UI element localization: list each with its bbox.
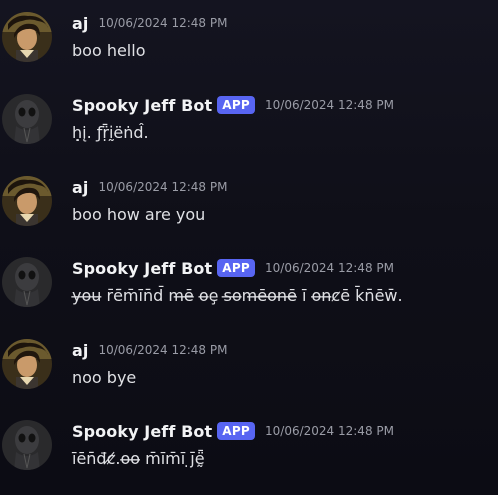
aj-avatar-icon[interactable] (2, 12, 52, 62)
aj-avatar-icon[interactable] (2, 339, 52, 389)
message-header: aj 10/06/2024 12:48 PM (72, 176, 227, 198)
message-header: aj 10/06/2024 12:48 PM (72, 339, 227, 361)
timestamp: 10/06/2024 12:48 PM (265, 98, 394, 112)
app-badge: APP (217, 422, 256, 440)
message-item: aj 10/06/2024 12:48 PM boo how are you (0, 176, 498, 246)
aj-avatar-icon[interactable] (2, 176, 52, 226)
username[interactable]: aj (72, 341, 88, 360)
message-header: Spooky Jeff Bot APP 10/06/2024 12:48 PM (72, 420, 394, 442)
message-header: aj 10/06/2024 12:48 PM (72, 12, 227, 34)
message-item: Spooky Jeff Bot APP 10/06/2024 12:48 PM … (0, 94, 498, 164)
message-item: aj 10/06/2024 12:48 PM noo bye (0, 339, 498, 409)
app-badge: APP (217, 96, 256, 114)
username[interactable]: aj (72, 178, 88, 197)
message-text: y̶o̶u̶ r̄ē̄m̄īn̄d̄ m̶ē̶ o̶ȩ s̶o̶m̶ē̶o̶n̶… (72, 286, 403, 305)
ghost-avatar-icon[interactable] (2, 420, 52, 470)
username[interactable]: Spooky Jeff Bot (72, 259, 212, 278)
ghost-avatar-icon[interactable] (2, 94, 52, 144)
message-text: īēn̄đȼ̸.o̶o̶ m̄īm̄ī ̣j̄ḛ̈̄ (72, 449, 205, 468)
timestamp: 10/06/2024 12:48 PM (98, 16, 228, 30)
message-item: Spooky Jeff Bot APP 10/06/2024 12:48 PM … (0, 257, 498, 327)
message-text: boo how are you (72, 205, 206, 224)
username[interactable]: Spooky Jeff Bot (72, 96, 212, 115)
timestamp: 10/06/2024 12:48 PM (98, 180, 228, 194)
message-item: Spooky Jeff Bot APP 10/06/2024 12:48 PM … (0, 420, 498, 490)
message-header: Spooky Jeff Bot APP 10/06/2024 12:48 PM (72, 94, 394, 116)
timestamp: 10/06/2024 12:48 PM (98, 343, 228, 357)
message-text: boo hello (72, 41, 146, 60)
message-text: noo bye (72, 368, 137, 387)
timestamp: 10/06/2024 12:48 PM (265, 261, 394, 275)
message-item: aj 10/06/2024 12:48 PM boo hello (0, 12, 498, 82)
message-text: ḥ̣į. ƒṛ̈̄ḭ̇ëṅd̂. (72, 123, 149, 142)
message-header: Spooky Jeff Bot APP 10/06/2024 12:48 PM (72, 257, 394, 279)
username[interactable]: aj (72, 14, 88, 33)
timestamp: 10/06/2024 12:48 PM (265, 424, 394, 438)
app-badge: APP (217, 259, 256, 277)
username[interactable]: Spooky Jeff Bot (72, 422, 212, 441)
ghost-avatar-icon[interactable] (2, 257, 52, 307)
